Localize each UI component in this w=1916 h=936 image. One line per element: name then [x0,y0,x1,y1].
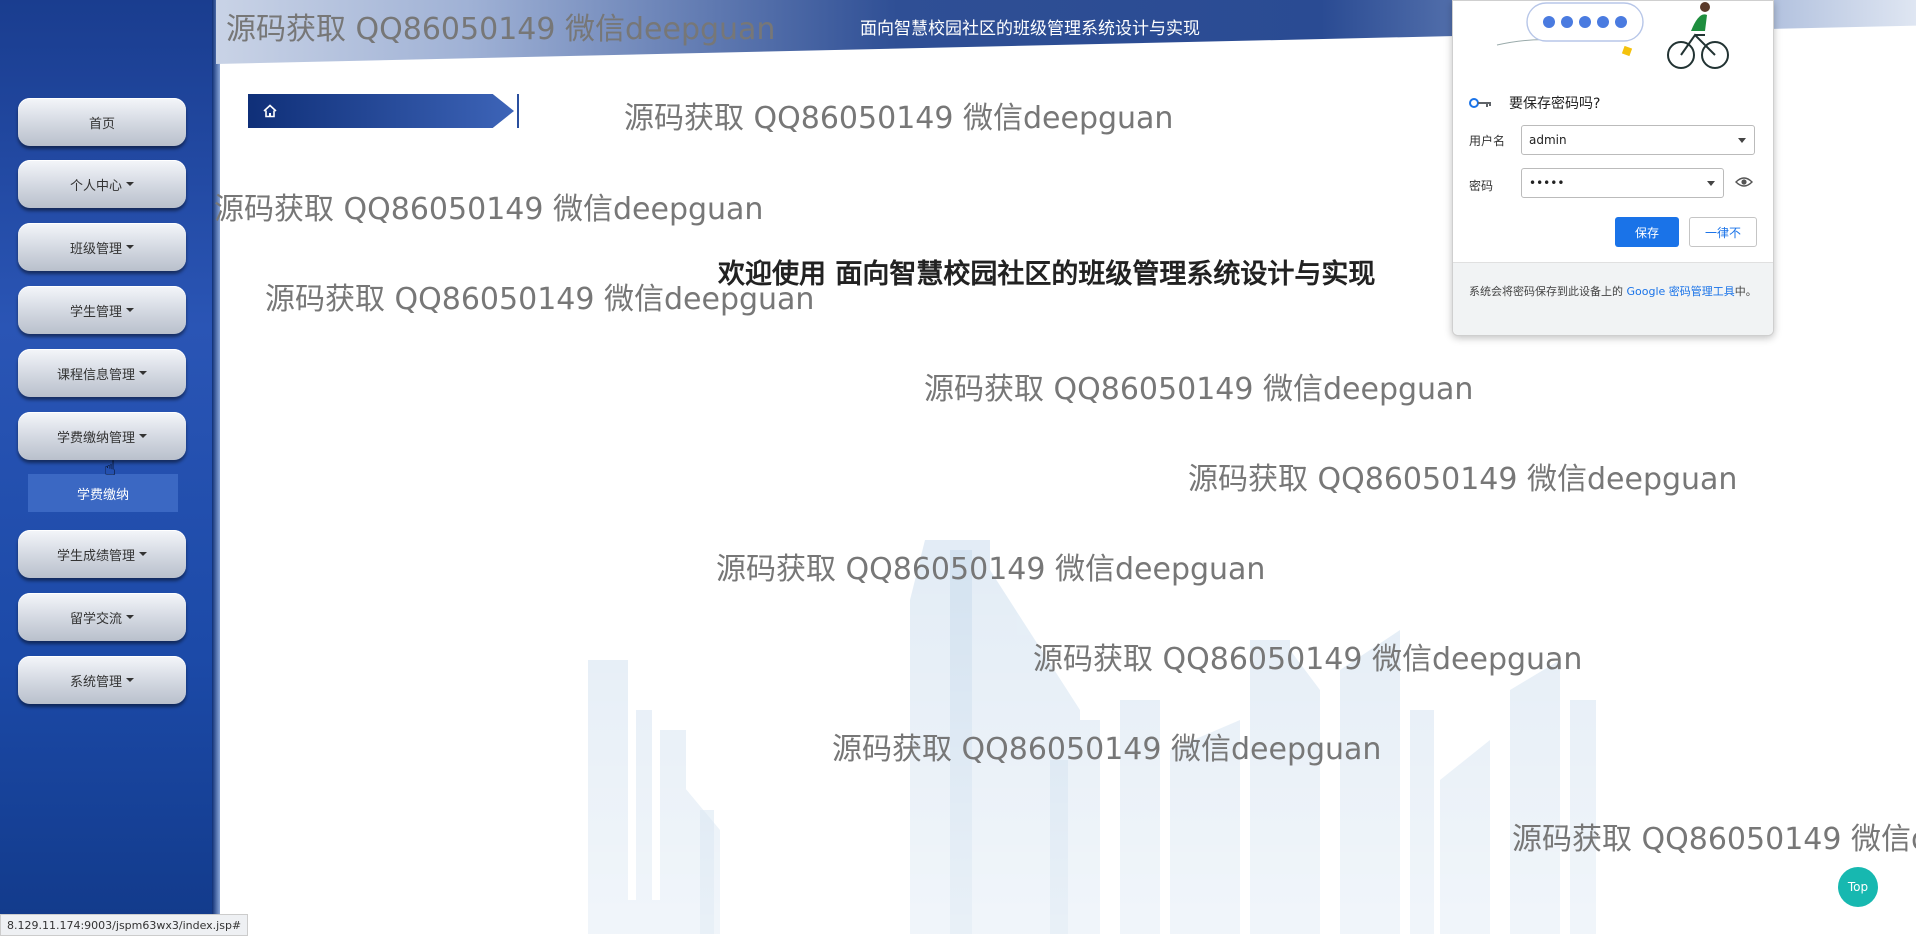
back-to-top-button[interactable]: Top [1838,867,1878,907]
caret-down-icon [126,308,134,312]
sidebar-edge [212,0,220,934]
home-icon[interactable] [262,103,278,119]
sidebar-item-student-management[interactable]: 学生管理 [18,286,186,334]
caret-down-icon [139,552,147,556]
caret-down-icon [126,182,134,186]
sidebar-item-system-management[interactable]: 系统管理 [18,656,186,704]
username-value: admin [1529,133,1567,147]
sidebar-item-student-grade-management[interactable]: 学生成绩管理 [18,530,186,578]
sidebar-item-label: 个人中心 [69,178,122,194]
watermark-text: 源码获取 QQ86050149 微信deepguan [1188,462,1738,497]
sidebar-item-label: 学生成绩管理 [56,548,135,564]
sidebar-item-label: 留学交流 [69,611,122,627]
chevron-down-icon [1707,181,1715,186]
watermark-text: 源码获取 QQ86050149 微信deepguan [832,732,1382,767]
caret-down-icon [139,434,147,438]
caret-down-icon [139,371,147,375]
cyclist-illustration-icon [1496,2,1729,69]
chevron-down-icon [1738,138,1746,143]
caret-down-icon [126,678,134,682]
password-manager-link[interactable]: Google 密码管理工具 [1627,285,1735,298]
sidebar-item-label: 课程信息管理 [56,367,135,383]
watermark-text: 源码获取 QQ86050149 微信deepguan [1033,642,1583,677]
sidebar-item-home[interactable]: 首页 [18,98,186,146]
watermark-text: 源码获取 QQ86050149 微信deepguan [226,12,776,47]
breadcrumb-divider [517,94,519,128]
sidebar-subitem-tuition-payment[interactable]: 学费缴纳 [28,474,178,512]
welcome-heading: 欢迎使用 面向智慧校园社区的班级管理系统设计与实现 [718,259,1376,290]
sidebar-item-label: 首页 [88,116,115,132]
password-label: 密码 [1469,179,1494,193]
save-password-note: 系统会将密码保存到此设备上的 Google 密码管理工具中。 [1469,285,1757,298]
watermark-text: 源码获取 QQ86050149 微信deepguan [214,192,764,227]
watermark-text: 源码获取 QQ86050149 微信deepguan [716,552,1266,587]
username-label: 用户名 [1469,134,1506,148]
sidebar-item-class-management[interactable]: 班级管理 [18,223,186,271]
hand-cursor-icon: ☝ [104,456,117,480]
key-icon [1469,98,1491,108]
watermark-text: 源码获取 QQ86050149 微信deepguan [924,372,1474,407]
sidebar-item-study-abroad-exchange[interactable]: 留学交流 [18,593,186,641]
eye-icon[interactable] [1735,175,1753,189]
watermark-text: 源码获取 QQ86050149 微信deepguan [624,101,1174,136]
password-value: ••••• [1529,176,1565,190]
sidebar-item-label: 班级管理 [69,241,122,257]
header-title: 面向智慧校园社区的班级管理系统设计与实现 [860,19,1200,39]
username-select[interactable]: admin [1521,125,1755,155]
sidebar-item-label: 系统管理 [69,674,122,690]
sidebar-item-course-info-management[interactable]: 课程信息管理 [18,349,186,397]
status-url: 8.129.11.174:9003/jspm63wx3/index.jsp# [0,914,249,936]
sidebar-item-personal-center[interactable]: 个人中心 [18,160,186,208]
password-select[interactable]: ••••• [1521,168,1724,198]
save-password-dialog: 要保存密码吗? 用户名 admin 密码 ••••• 保存 一律不 系统会将密码… [1452,0,1774,336]
save-password-question: 要保存密码吗? [1509,96,1601,112]
sidebar-item-tuition-payment-management[interactable]: 学费缴纳管理 [18,412,186,460]
caret-down-icon [126,245,134,249]
caret-down-icon [126,615,134,619]
sidebar-item-label: 学生管理 [69,304,122,320]
watermark-text: 源码获取 QQ86050149 微信deepguan [1512,822,1916,857]
save-password-button[interactable]: 保存 [1615,217,1679,247]
never-save-button[interactable]: 一律不 [1689,217,1757,247]
breadcrumb [248,94,514,128]
sidebar-item-label: 学费缴纳管理 [56,430,135,446]
